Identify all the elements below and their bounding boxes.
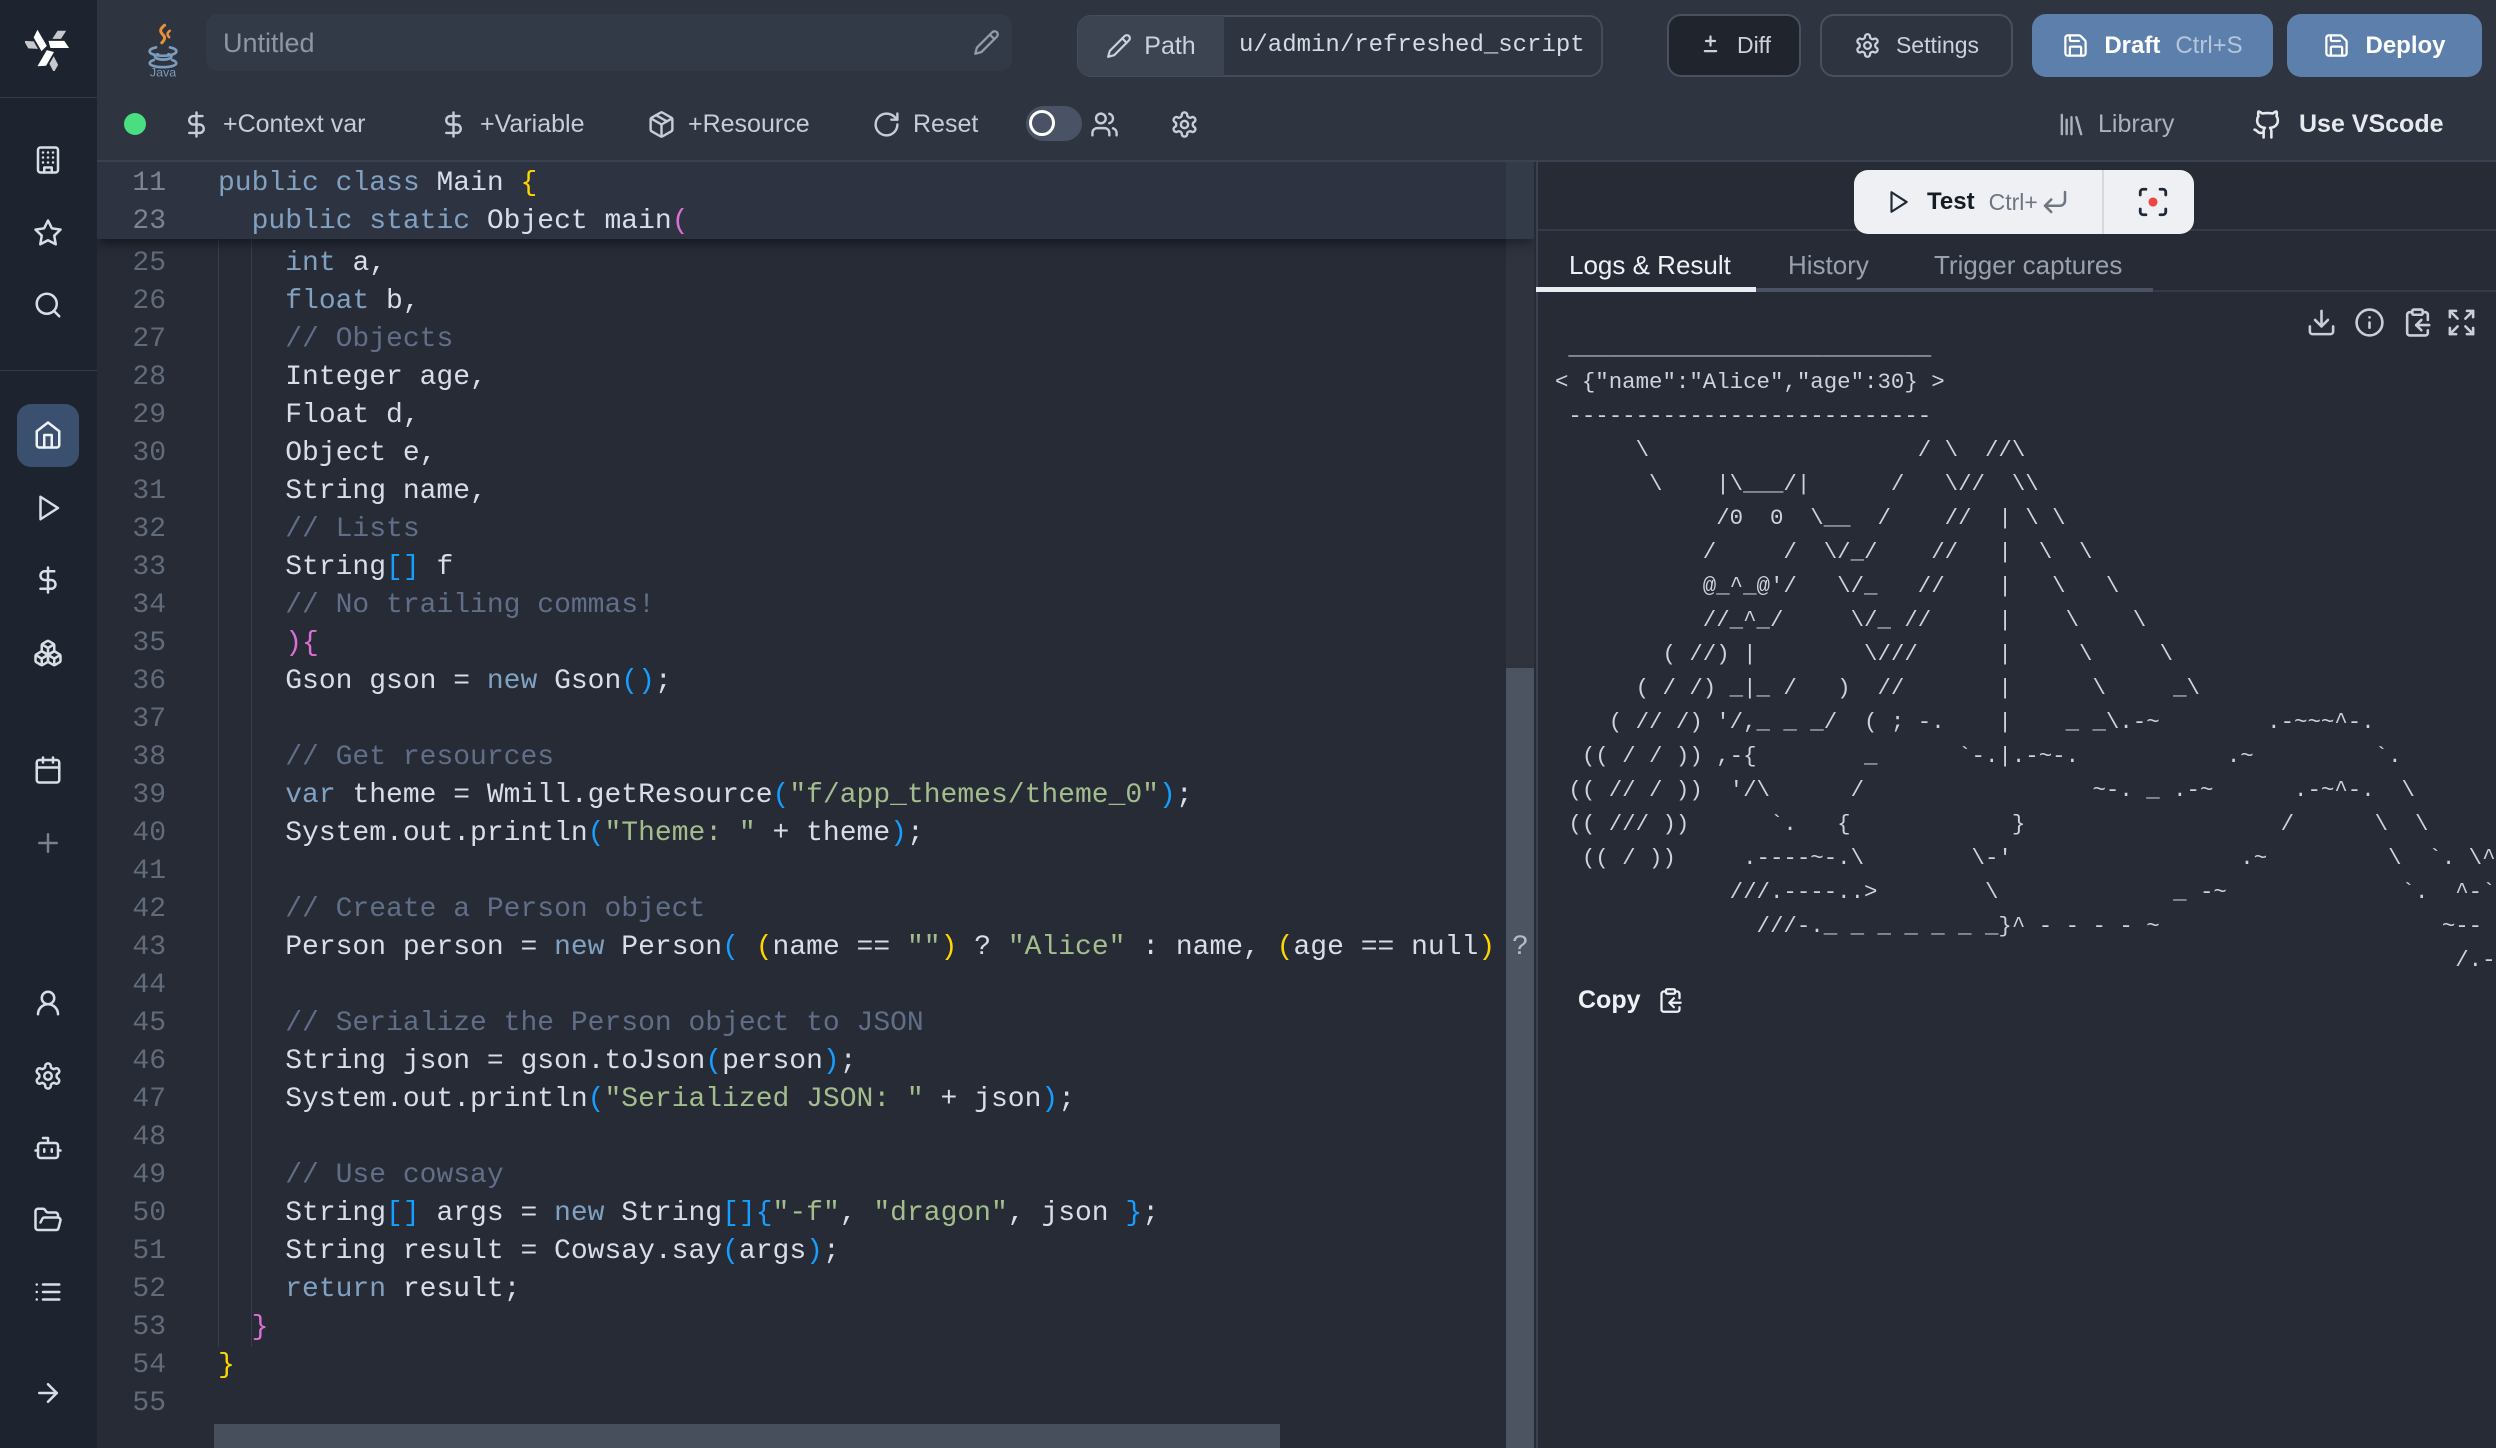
svg-text:Java: Java (150, 65, 176, 78)
